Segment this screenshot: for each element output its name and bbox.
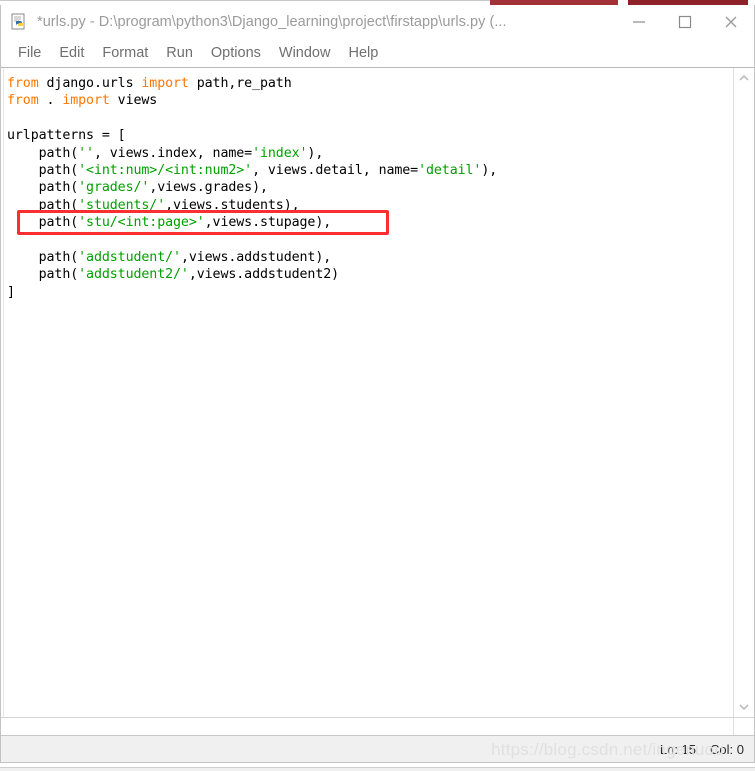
code-token: views — [109, 93, 158, 109]
code-token: ,views.addstudent2) — [188, 267, 340, 283]
minimize-button[interactable] — [616, 5, 662, 38]
editor-area: from django.urls import path,re_path fro… — [1, 67, 754, 717]
code-token: ,views.stupage), — [204, 215, 332, 231]
code-token: , views.detail, name= — [252, 163, 419, 179]
code-line: urlpatterns = [ — [7, 128, 126, 143]
title-bar[interactable]: *urls.py - D:\program\python3\Django_lea… — [1, 5, 754, 38]
window-title: *urls.py - D:\program\python3\Django_lea… — [37, 13, 507, 30]
code-token: 'addstudent2/' — [78, 267, 189, 283]
horizontal-scroll-track[interactable] — [1, 718, 733, 735]
code-token: path,re_path — [188, 76, 292, 91]
editor-left-margin — [1, 68, 4, 717]
scrollbar-corner — [733, 718, 754, 735]
horizontal-scrollbar[interactable] — [1, 717, 754, 735]
menu-item-file[interactable]: File — [9, 43, 50, 63]
code-line: path('grades/',views.grades), — [7, 180, 268, 195]
idle-editor-screenshot: *urls.py - D:\program\python3\Django_lea… — [0, 0, 755, 771]
status-bar: https://blog.csdn.net/ingenuou Ln: 15 Co… — [1, 735, 754, 762]
code-token: path( — [7, 250, 79, 266]
code-token: ), — [307, 145, 324, 161]
code-line: path('<int:num>/<int:num2>', views.detai… — [7, 163, 498, 179]
menu-item-help[interactable]: Help — [339, 43, 387, 63]
code-token: 'addstudent/' — [78, 250, 181, 266]
code-token: 'index' — [252, 145, 308, 161]
code-token: urlpatterns = [ — [7, 128, 126, 144]
code-token: path( — [7, 145, 79, 161]
code-token: '' — [78, 145, 94, 161]
code-line: path('addstudent2/',views.addstudent2) — [7, 267, 340, 283]
code-token: ,views.students), — [165, 197, 300, 213]
code-line: path('stu/<int:page>',views.stupage), — [7, 215, 332, 231]
code-token: 'students/' — [78, 197, 166, 213]
maximize-button[interactable] — [662, 5, 708, 38]
chevron-down-icon[interactable] — [734, 697, 754, 717]
idle-window: *urls.py - D:\program\python3\Django_lea… — [0, 5, 755, 763]
code-token: path( — [7, 267, 79, 283]
code-token: django.urls — [38, 76, 142, 91]
status-line-number: Ln: 15 — [659, 741, 697, 757]
code-token: path( — [7, 163, 79, 179]
menu-item-edit[interactable]: Edit — [50, 43, 93, 63]
close-button[interactable] — [708, 5, 754, 38]
code-token: ] — [7, 284, 15, 300]
background-bottom-edge — [0, 767, 755, 771]
code-token: ), — [481, 163, 498, 179]
window-controls — [616, 5, 754, 38]
chevron-up-icon[interactable] — [734, 68, 754, 88]
code-token: path( — [7, 180, 79, 196]
menu-bar: File Edit Format Run Options Window Help — [1, 38, 754, 67]
code-editor[interactable]: from django.urls import path,re_path fro… — [1, 68, 733, 717]
vertical-scroll-track[interactable] — [734, 88, 754, 697]
code-token: '<int:num>/<int:num2>' — [78, 163, 253, 179]
python-idle-icon — [11, 13, 29, 31]
source-code[interactable]: from django.urls import path,re_path fro… — [7, 75, 733, 301]
code-token: import — [62, 93, 110, 109]
background-window-edge — [0, 0, 490, 1]
code-token: from — [7, 76, 39, 91]
code-token: path( — [7, 215, 79, 231]
code-line: from django.urls import path,re_path — [7, 76, 292, 91]
code-line: path('students/',views.students), — [7, 198, 300, 213]
code-token: ,views.grades), — [149, 180, 268, 196]
code-token: ,views.addstudent), — [180, 250, 332, 266]
code-line: path('addstudent/',views.addstudent), — [7, 250, 332, 266]
vertical-scrollbar[interactable] — [733, 68, 754, 717]
code-token: 'grades/' — [78, 180, 150, 196]
code-token: . — [38, 93, 63, 109]
code-token: from — [7, 93, 39, 109]
code-token: path( — [7, 197, 79, 213]
code-token: , views.index, name= — [93, 145, 253, 161]
code-line: ] — [7, 285, 15, 300]
menu-item-options[interactable]: Options — [202, 43, 270, 63]
menu-item-format[interactable]: Format — [93, 43, 157, 63]
code-token: 'stu/<int:page>' — [78, 215, 205, 231]
code-line: from . import views — [7, 93, 157, 108]
code-token: import — [141, 76, 189, 91]
menu-item-run[interactable]: Run — [157, 43, 202, 63]
code-line: path('', views.index, name='index'), — [7, 145, 324, 161]
menu-item-window[interactable]: Window — [270, 43, 340, 63]
status-column-number: Col: 0 — [710, 741, 744, 757]
code-token: 'detail' — [418, 163, 482, 179]
